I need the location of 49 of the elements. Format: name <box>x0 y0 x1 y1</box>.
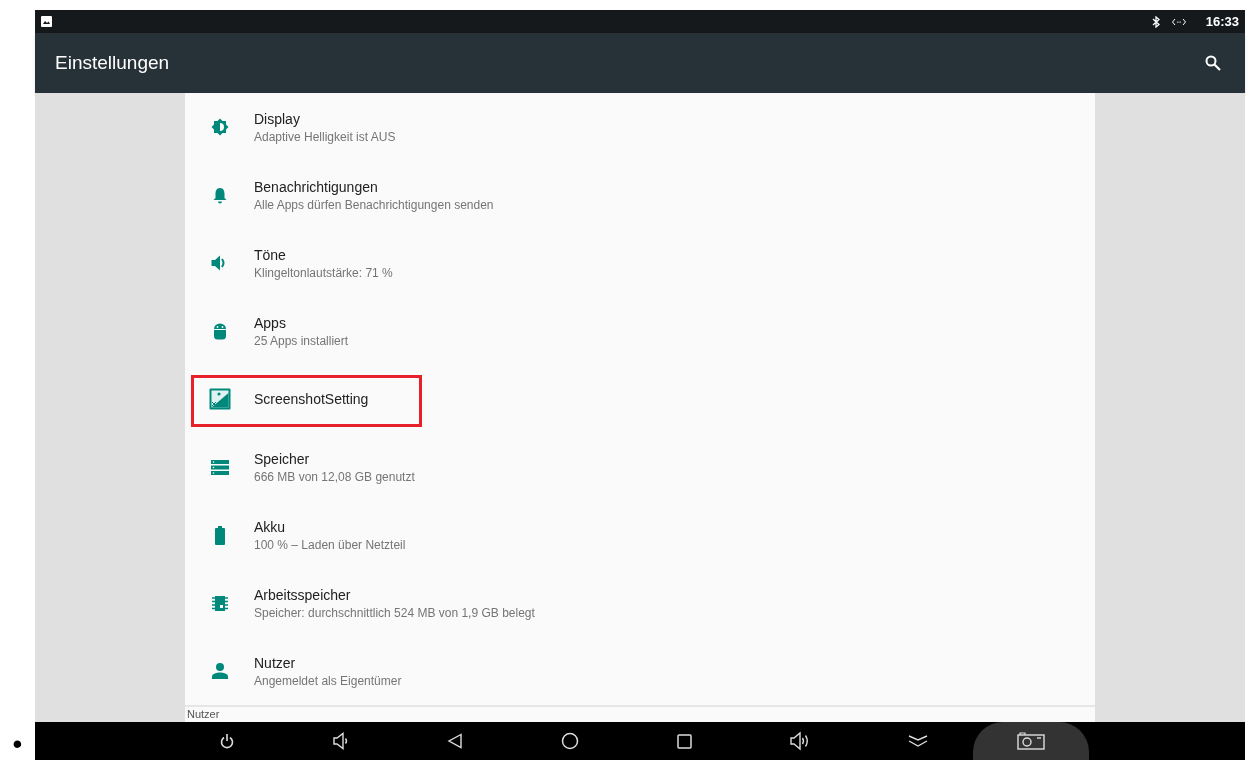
item-title: Display <box>254 109 301 128</box>
settings-item[interactable]: Benachrichtigungen Alle Apps dürfen Benachrichtigungen senden <box>185 161 1095 229</box>
bell-icon <box>212 186 227 204</box>
data-arrows-icon <box>1171 17 1186 26</box>
item-title: ScreenshotSetting <box>254 390 369 408</box>
item-summary: Speicher: durchschnittlich 524 MB von 1,9 GB belegt <box>254 604 535 621</box>
storage-icon <box>210 459 229 475</box>
settings-item[interactable]: ScreenshotSetting <box>185 365 1095 433</box>
settings-item[interactable]: Speicher 666 MB von 12,08 GB genutzt <box>185 433 1095 501</box>
item-summary: Angemeldet als Eigentümer <box>254 672 402 689</box>
item-title: Speicher <box>254 449 311 468</box>
item-summary: Alle Apps dürfen Benachrichtigungen senden <box>254 196 494 213</box>
item-title: Töne <box>254 245 287 264</box>
robot-icon <box>212 322 227 340</box>
item-summary: Klingeltonlautstärke: 71 % <box>254 264 393 281</box>
settings-item[interactable]: Apps 25 Apps installiert <box>185 297 1095 365</box>
bluetooth-icon <box>1151 15 1160 28</box>
recents-button[interactable] <box>677 733 692 749</box>
expand-button[interactable] <box>908 734 928 748</box>
bullet-mark: • <box>12 730 23 758</box>
section-header: Nutzer <box>187 707 220 721</box>
battery-icon <box>214 525 225 545</box>
settings-item[interactable]: Nutzer Angemeldet als Eigentümer <box>185 637 1095 705</box>
camera-icon <box>1017 732 1045 750</box>
toolbar-title: Einstellungen <box>55 50 171 75</box>
settings-item[interactable]: Akku 100 % – Laden über Netzteil <box>185 501 1095 569</box>
back-button[interactable] <box>447 733 463 749</box>
item-summary: 666 MB von 12,08 GB genutzt <box>254 468 415 485</box>
item-title: Arbeitsspeicher <box>254 585 352 604</box>
item-summary: 100 % – Laden über Netzteil <box>254 536 406 553</box>
screenshot-button[interactable] <box>973 722 1089 760</box>
picture-icon <box>208 388 231 410</box>
item-summary: 25 Apps installiert <box>254 332 349 349</box>
home-button[interactable] <box>561 732 579 750</box>
item-summary: Adaptive Helligkeit ist AUS <box>254 128 396 145</box>
power-button[interactable] <box>220 733 234 749</box>
chip-icon <box>211 595 228 611</box>
clock: 16:33 <box>1205 12 1239 31</box>
settings-item[interactable]: Arbeitsspeicher Speicher: durchschnittlich 524 MB von 1,9 GB belegt <box>185 569 1095 637</box>
person-icon <box>211 663 228 679</box>
item-title: Apps <box>254 313 287 332</box>
item-title: Akku <box>254 517 287 536</box>
item-title: Benachrichtigungen <box>254 177 379 196</box>
item-title: Nutzer <box>254 653 297 672</box>
settings-item[interactable]: Töne Klingeltonlautstärke: 71 % <box>185 229 1095 297</box>
settings-item[interactable]: Display Adaptive Helligkeit ist AUS <box>185 93 1095 161</box>
image-notification-icon <box>41 16 52 27</box>
volume-down-button[interactable] <box>333 732 349 750</box>
brightness-icon <box>210 118 229 136</box>
